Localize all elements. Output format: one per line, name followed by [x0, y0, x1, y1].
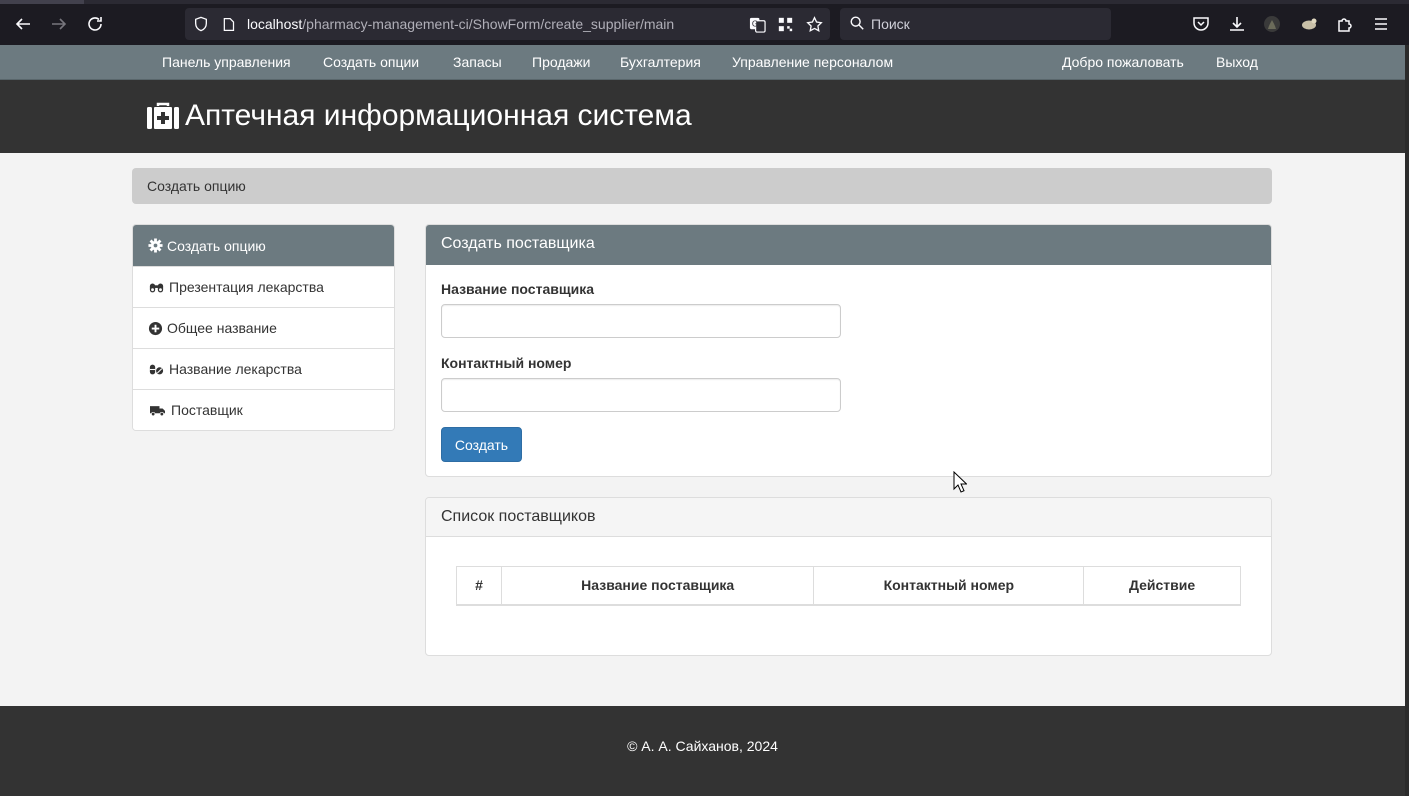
url-path: /pharmacy-management-ci/ShowForm/create_…	[302, 16, 675, 32]
nav-accounting[interactable]: Бухгалтерия	[620, 54, 701, 70]
create-supplier-panel: Создать поставщика Название поставщика К…	[425, 224, 1272, 477]
sidebar-item-label: Поставщик	[171, 402, 243, 418]
truck-icon	[148, 403, 167, 418]
column-header-action[interactable]: Действие	[1083, 566, 1241, 606]
supplier-list-heading: Список поставщиков	[426, 498, 1271, 537]
browser-toolbar: localhost/pharmacy-management-ci/ShowFor…	[0, 0, 1409, 45]
column-header-supplier-name[interactable]: Название поставщика	[500, 566, 815, 606]
active-tab-indicator	[0, 0, 84, 4]
pocket-icon[interactable]	[1189, 12, 1213, 36]
nav-stock[interactable]: Запасы	[453, 54, 502, 70]
column-header-number[interactable]: #	[456, 566, 502, 606]
table-header-row: # Название поставщика Контактный номер Д…	[456, 566, 1241, 606]
scrollbar[interactable]	[1405, 45, 1409, 796]
extensions-puzzle-icon[interactable]	[1333, 12, 1357, 36]
qr-code-icon[interactable]	[776, 15, 794, 33]
plus-circle-icon	[148, 321, 163, 336]
nav-create-options[interactable]: Создать опции	[323, 54, 419, 70]
nav-welcome[interactable]: Добро пожаловать	[1062, 54, 1184, 70]
create-button[interactable]: Создать	[441, 427, 522, 462]
sidebar-item-label: Общее название	[167, 320, 277, 336]
page-icon[interactable]	[219, 15, 237, 33]
sidebar-item-generic-name[interactable]: Общее название	[133, 307, 394, 348]
page-footer: © А. А. Сайханов, 2024	[0, 706, 1405, 796]
tab-strip	[0, 0, 1409, 4]
extension-avatar-icon[interactable]	[1260, 12, 1284, 36]
main-navbar: Панель управления Создать опции Запасы П…	[0, 45, 1405, 80]
app-title: Аптечная информационная система	[147, 99, 692, 133]
download-icon[interactable]	[1225, 12, 1249, 36]
sidebar: Создать опцию Презентация лекарства Обще…	[132, 224, 395, 431]
reload-icon[interactable]	[83, 12, 107, 36]
sidebar-item-drug-name[interactable]: Название лекарства	[133, 348, 394, 389]
shield-icon[interactable]	[192, 15, 210, 33]
search-placeholder: Поиск	[871, 16, 910, 32]
app-title-text: Аптечная информационная система	[185, 99, 692, 132]
supplier-list-panel: Список поставщиков # Название поставщика…	[425, 497, 1272, 656]
address-bar[interactable]: localhost/pharmacy-management-ci/ShowFor…	[185, 8, 830, 40]
breadcrumb-current: Создать опцию	[147, 178, 246, 194]
supplier-name-label: Название поставщика	[441, 281, 595, 297]
sidebar-heading: Создать опцию	[133, 225, 394, 266]
sidebar-item-label: Название лекарства	[169, 361, 302, 377]
supplier-name-input[interactable]	[441, 304, 841, 338]
binoculars-icon	[148, 280, 165, 295]
footer-copyright: © А. А. Сайханов, 2024	[627, 738, 778, 754]
nav-sales[interactable]: Продажи	[532, 54, 590, 70]
contact-number-input[interactable]	[441, 378, 841, 412]
search-bar[interactable]: Поиск	[840, 8, 1111, 40]
bookmark-star-icon[interactable]	[805, 15, 823, 33]
page-header: Аптечная информационная система	[0, 80, 1405, 153]
pills-icon	[148, 362, 165, 377]
contact-number-label: Контактный номер	[441, 355, 572, 371]
sidebar-heading-label: Создать опцию	[167, 237, 266, 254]
search-icon	[849, 15, 867, 33]
sidebar-item-supplier[interactable]: Поставщик	[133, 389, 394, 430]
nav-dashboard[interactable]: Панель управления	[162, 54, 291, 70]
url-host: localhost	[247, 16, 303, 32]
breadcrumb: Создать опцию	[132, 168, 1272, 204]
create-supplier-heading: Создать поставщика	[426, 225, 1271, 265]
svg-text:G: G	[751, 19, 757, 28]
column-header-contact-number[interactable]: Контактный номер	[813, 566, 1085, 606]
url-text[interactable]: localhost/pharmacy-management-ci/ShowFor…	[247, 16, 674, 32]
menu-hamburger-icon[interactable]	[1369, 12, 1393, 36]
back-icon[interactable]	[11, 12, 35, 36]
sidebar-item-drug-presentation[interactable]: Презентация лекарства	[133, 266, 394, 307]
medkit-icon	[147, 102, 179, 129]
nav-logout[interactable]: Выход	[1216, 54, 1258, 70]
supplier-table: # Название поставщика Контактный номер Д…	[456, 566, 1241, 606]
extension-turtle-icon[interactable]	[1297, 12, 1321, 36]
mouse-cursor-icon	[953, 471, 967, 493]
sidebar-item-label: Презентация лекарства	[169, 279, 324, 295]
nav-hr[interactable]: Управление персоналом	[732, 54, 893, 70]
gear-icon	[148, 238, 163, 253]
forward-icon[interactable]	[47, 12, 71, 36]
translate-icon[interactable]: G	[748, 15, 766, 33]
